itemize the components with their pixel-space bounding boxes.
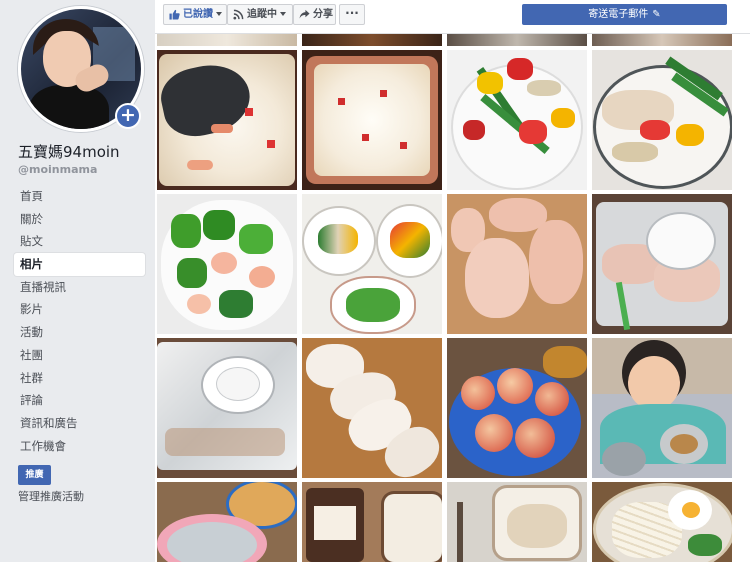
send-email-label: 寄送電子郵件: [588, 9, 649, 20]
page-name[interactable]: 五寶媽94moin: [18, 143, 120, 161]
nav-item-jobs[interactable]: 工作機會: [14, 435, 145, 458]
liked-label: 已說讚: [183, 9, 213, 20]
photo-grid: [155, 34, 750, 562]
photo-raw-chicken-board[interactable]: [447, 194, 587, 334]
share-label: 分享: [313, 9, 333, 20]
photo-child-eating[interactable]: [592, 338, 732, 478]
photo-stirfry-peppers-asparagus[interactable]: [447, 50, 587, 190]
nav-item-groups[interactable]: 社團: [14, 344, 145, 367]
manage-promotions-link[interactable]: 管理推廣活動: [18, 490, 84, 504]
photo-partial-top-2[interactable]: [302, 34, 442, 46]
nav-item-live[interactable]: 直播視訊: [14, 276, 145, 299]
photo-bottom-bowl[interactable]: [157, 482, 297, 562]
chevron-down-icon: [280, 12, 286, 16]
chevron-down-icon: [216, 12, 222, 16]
share-arrow-icon: [299, 9, 310, 19]
thumbs-up-icon: [169, 9, 180, 20]
photo-chicken-in-tray-with-plate[interactable]: [592, 194, 732, 334]
photo-bottom-udon-egg[interactable]: [592, 482, 732, 562]
photo-apples-bowl[interactable]: [447, 338, 587, 478]
photo-partial-top-4[interactable]: [592, 34, 732, 46]
rss-icon: [233, 9, 244, 20]
page-action-bar: 已說讚 追蹤中 分享 ··· 寄送電子郵件 ✎: [155, 0, 750, 34]
more-options-button[interactable]: ···: [339, 4, 365, 25]
nav-item-events[interactable]: 活動: [14, 321, 145, 344]
nav-item-info-ads[interactable]: 資訊和廣告: [14, 412, 145, 435]
pencil-icon: ✎: [652, 9, 661, 20]
page-nav: 首頁 關於 貼文 相片 直播視訊 影片 活動 社團 社群 評論 資訊和廣告 工作…: [14, 185, 145, 457]
photo-bottom-soy-milk[interactable]: [447, 482, 587, 562]
left-sidebar: + 五寶媽94moin @moinmama 首頁 關於 貼文 相片 直播視訊 影…: [0, 0, 155, 562]
following-label: 追蹤中: [247, 9, 277, 20]
photo-sliced-chicken-breast[interactable]: [302, 338, 442, 478]
profile-picture[interactable]: +: [18, 6, 144, 132]
photo-tray-plate-foil[interactable]: [157, 338, 297, 478]
photo-partial-top-1[interactable]: [157, 34, 297, 46]
photo-shrimp-cream-gratin-dish[interactable]: [302, 50, 442, 190]
page-handle[interactable]: @moinmama: [18, 163, 97, 176]
nav-item-about[interactable]: 關於: [14, 208, 145, 231]
nav-item-posts[interactable]: 貼文: [14, 230, 145, 253]
photo-shrimp-cream-gratin-spoon[interactable]: [157, 50, 297, 190]
photo-partial-top-3[interactable]: [447, 34, 587, 46]
following-button[interactable]: 追蹤中: [227, 4, 293, 25]
liked-button[interactable]: 已說讚: [163, 4, 227, 25]
send-email-button[interactable]: 寄送電子郵件 ✎: [522, 4, 727, 25]
photo-bottom-milk-jar[interactable]: [302, 482, 442, 562]
plus-icon[interactable]: +: [115, 103, 141, 129]
share-button[interactable]: 分享: [293, 4, 336, 25]
nav-item-reviews[interactable]: 評論: [14, 389, 145, 412]
photo-three-plates[interactable]: [302, 194, 442, 334]
nav-item-videos[interactable]: 影片: [14, 298, 145, 321]
nav-item-photos[interactable]: 相片: [14, 253, 145, 276]
photo-green-pepper-shrimp[interactable]: [157, 194, 297, 334]
promote-button[interactable]: 推廣: [18, 465, 51, 485]
nav-item-community[interactable]: 社群: [14, 367, 145, 390]
photo-chicken-asparagus-plate[interactable]: [592, 50, 732, 190]
nav-item-home[interactable]: 首頁: [14, 185, 145, 208]
